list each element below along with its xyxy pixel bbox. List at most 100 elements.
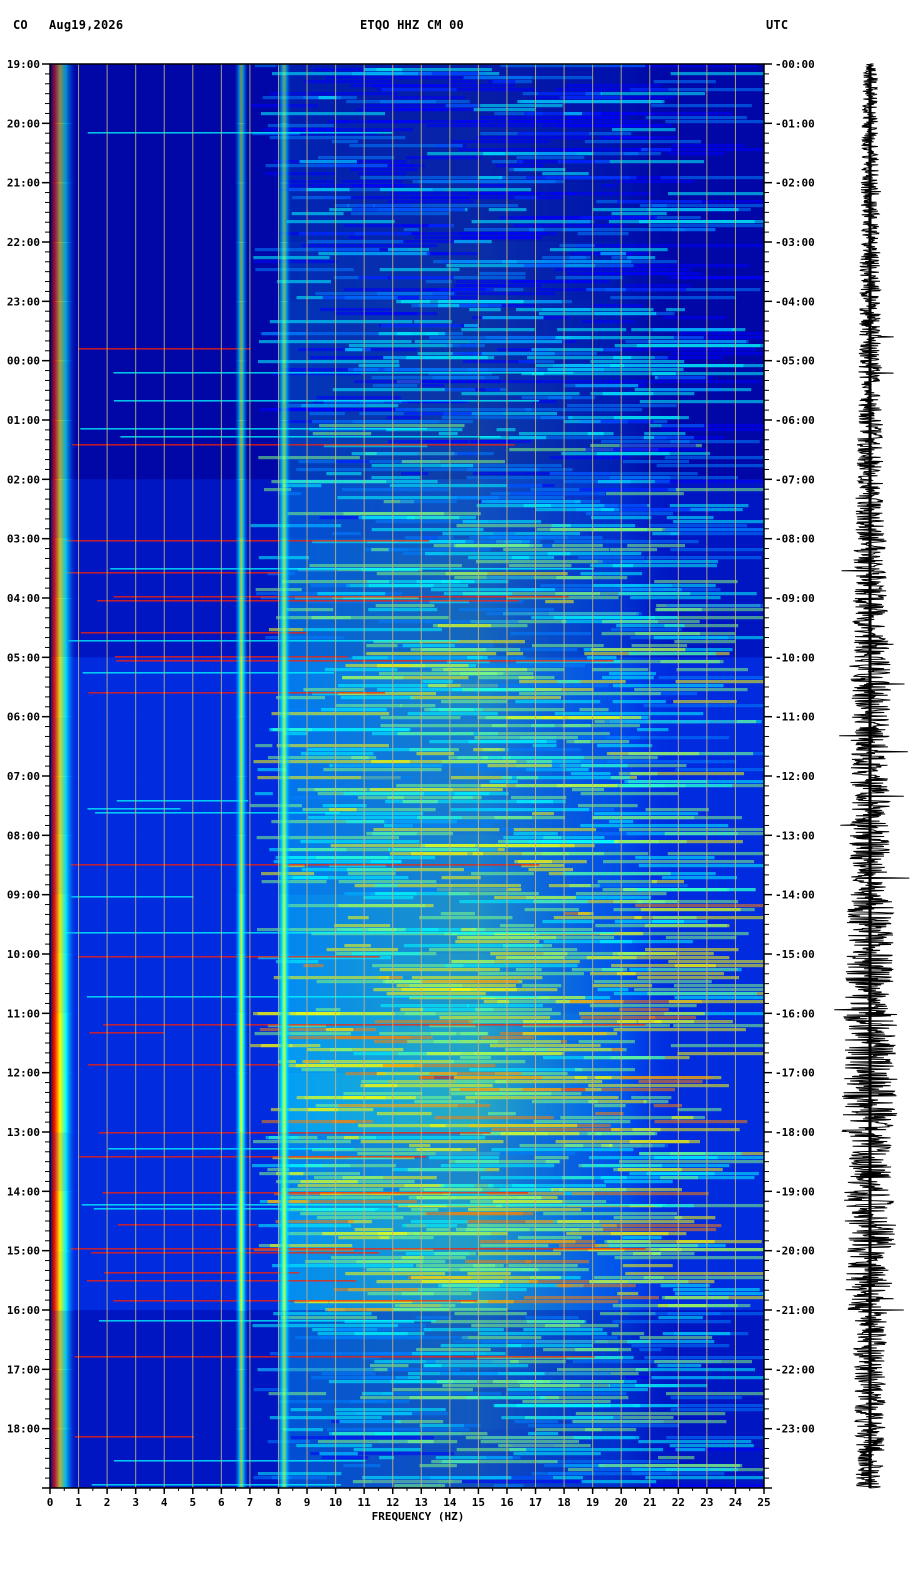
heat-streak xyxy=(273,976,390,980)
heat-streak xyxy=(608,1244,726,1248)
heat-streak xyxy=(334,120,350,124)
heat-streak xyxy=(345,1272,446,1276)
heat-streak xyxy=(347,872,396,876)
heat-streak xyxy=(431,668,565,672)
heat-streak xyxy=(426,1360,511,1364)
heat-streak xyxy=(514,1420,559,1424)
heat-streak xyxy=(514,860,587,864)
heat-dominant-band xyxy=(277,894,291,955)
heat-streak xyxy=(465,1228,530,1232)
heat-streak xyxy=(531,1100,598,1104)
heat-streak xyxy=(311,420,440,424)
heat-streak xyxy=(372,84,515,88)
heat-streak xyxy=(645,1476,764,1480)
heat-streak xyxy=(556,124,639,128)
heat-streak xyxy=(674,640,736,644)
heat-streak xyxy=(280,1316,378,1320)
heat-streak xyxy=(600,252,626,256)
right-time-label: -17:00 xyxy=(775,1067,815,1080)
heat-streak xyxy=(255,268,354,272)
heat-dominant-band xyxy=(51,598,76,658)
heat-streak xyxy=(494,816,566,820)
heat-streak xyxy=(316,396,401,400)
heat-dominant-band xyxy=(277,776,291,836)
heat-streak xyxy=(474,736,578,740)
heat-streak xyxy=(300,840,420,844)
heat-streak xyxy=(564,384,619,388)
heat-streak xyxy=(360,888,508,892)
heat-streak xyxy=(531,800,554,804)
heat-transient-line xyxy=(68,640,459,642)
heat-streak xyxy=(555,88,669,92)
heat-streak xyxy=(344,944,371,948)
heat-streak xyxy=(527,1424,680,1428)
heat-streak xyxy=(333,1288,419,1292)
heat-streak xyxy=(513,828,597,832)
heat-streak xyxy=(414,320,452,324)
heat-streak xyxy=(593,980,712,984)
heat-streak xyxy=(343,288,494,292)
heat-streak xyxy=(566,1232,687,1236)
heat-streak xyxy=(460,684,609,688)
heat-streak xyxy=(362,1476,512,1480)
heat-transient-line xyxy=(79,1156,427,1158)
heat-streak xyxy=(404,536,454,540)
heat-transient-line xyxy=(113,596,569,598)
heat-streak xyxy=(456,284,507,288)
heat-streak xyxy=(338,1104,491,1108)
heat-streak xyxy=(590,564,634,568)
heat-streak xyxy=(344,1136,359,1140)
heat-streak xyxy=(640,908,741,912)
heat-streak xyxy=(491,1148,634,1152)
heat-streak xyxy=(460,1056,491,1060)
seismogram-trace xyxy=(834,63,910,1489)
heat-streak xyxy=(516,308,654,312)
heat-streak xyxy=(483,152,594,156)
heat-streak xyxy=(453,1076,588,1080)
heat-streak xyxy=(453,1480,585,1484)
heat-streak xyxy=(446,344,485,348)
heat-streak xyxy=(466,476,592,480)
heat-streak xyxy=(639,220,764,224)
left-time-label: 10:00 xyxy=(7,948,40,961)
right-time-label: -00:00 xyxy=(775,58,815,71)
heat-streak xyxy=(432,376,485,380)
heat-streak xyxy=(567,404,677,408)
heat-streak xyxy=(358,276,454,280)
heat-streak xyxy=(567,116,627,120)
right-time-label: -18:00 xyxy=(775,1126,815,1139)
heat-streak xyxy=(674,996,764,1000)
heat-streak xyxy=(638,864,764,868)
heat-streak xyxy=(606,492,684,496)
heat-streak xyxy=(595,1132,655,1136)
heat-streak xyxy=(318,156,395,160)
heat-streak xyxy=(619,444,696,448)
heat-dominant-band xyxy=(277,1191,291,1252)
heat-streak xyxy=(550,528,678,532)
heat-streak xyxy=(300,1180,358,1184)
heat-transient-line xyxy=(99,1320,436,1322)
heat-streak xyxy=(411,976,543,980)
heat-streak xyxy=(259,1028,377,1032)
heat-streak xyxy=(299,160,357,164)
heat-streak xyxy=(673,700,737,704)
heat-streak xyxy=(673,1024,764,1028)
heat-streak xyxy=(612,1320,731,1324)
left-time-label: 21:00 xyxy=(7,177,40,190)
heat-streak xyxy=(326,948,399,952)
x-tick-label: 3 xyxy=(132,1496,139,1509)
heat-streak xyxy=(425,552,571,556)
heat-streak xyxy=(253,1140,351,1144)
heat-streak xyxy=(253,1012,340,1016)
heat-streak xyxy=(521,396,595,400)
heat-streak xyxy=(619,1008,669,1012)
heat-streak xyxy=(660,428,764,432)
heat-streak xyxy=(467,656,488,660)
heat-streak xyxy=(508,1264,578,1268)
heat-streak xyxy=(627,1340,715,1344)
x-tick-label: 22 xyxy=(672,1496,685,1509)
heat-streak xyxy=(391,96,466,100)
heat-streak xyxy=(566,272,685,276)
heat-streak xyxy=(297,1184,445,1188)
heat-streak xyxy=(575,1412,726,1416)
